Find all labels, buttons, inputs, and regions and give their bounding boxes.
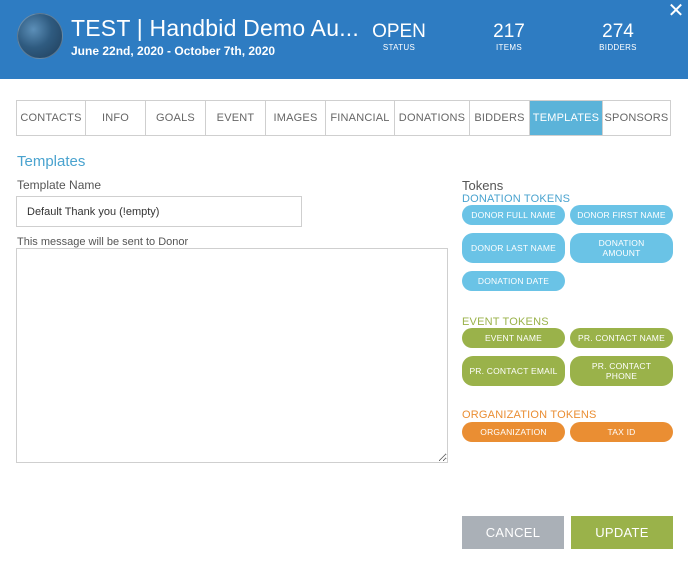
organization-tokens-label: ORGANIZATION TOKENS	[462, 409, 597, 421]
section-title: Templates	[17, 153, 86, 170]
event-header: TEST | Handbid Demo Au... June 22nd, 202…	[0, 0, 688, 79]
status-label: STATUS	[382, 43, 416, 52]
bidders-label: BIDDERS	[599, 43, 637, 52]
tab-sponsors[interactable]: SPONSORS	[603, 101, 670, 135]
message-label: This message will be sent to Donor	[17, 236, 189, 248]
event-title: TEST | Handbid Demo Au...	[71, 15, 359, 41]
close-icon[interactable]: ✕	[666, 1, 686, 21]
token-donor-first-name[interactable]: DONOR FIRST NAME	[570, 205, 673, 225]
token-donor-full-name[interactable]: DONOR FULL NAME	[462, 205, 565, 225]
update-button[interactable]: UPDATE	[571, 516, 673, 549]
tab-bar: CONTACTS INFO GOALS EVENT IMAGES FINANCI…	[16, 100, 671, 136]
cancel-button[interactable]: CANCEL	[462, 516, 564, 549]
token-donation-date[interactable]: DONATION DATE	[462, 271, 565, 291]
tab-event[interactable]: EVENT	[206, 101, 266, 135]
tokens-title: Tokens	[462, 178, 504, 193]
items-stat: 217 ITEMS	[482, 21, 536, 53]
message-textarea[interactable]	[16, 248, 448, 463]
tab-templates[interactable]: TEMPLATES	[530, 101, 603, 135]
tab-info[interactable]: INFO	[86, 101, 146, 135]
tab-financial[interactable]: FINANCIAL	[326, 101, 395, 135]
event-dates: June 22nd, 2020 - October 7th, 2020	[71, 44, 276, 58]
bidders-stat: 274 BIDDERS	[590, 21, 646, 53]
tab-contacts[interactable]: CONTACTS	[17, 101, 86, 135]
token-tax-id[interactable]: TAX ID	[570, 422, 673, 442]
token-donor-last-name[interactable]: DONOR LAST NAME	[462, 233, 565, 263]
template-name-label: Template Name	[17, 178, 102, 192]
tab-images[interactable]: IMAGES	[266, 101, 326, 135]
token-pr-contact-phone[interactable]: PR. CONTACT PHONE	[570, 356, 673, 386]
donation-tokens-label: DONATION TOKENS	[462, 193, 571, 205]
token-pr-contact-name[interactable]: PR. CONTACT NAME	[570, 328, 673, 348]
token-pr-contact-email[interactable]: PR. CONTACT EMAIL	[462, 356, 565, 386]
tab-donations[interactable]: DONATIONS	[395, 101, 470, 135]
tab-bidders[interactable]: BIDDERS	[470, 101, 530, 135]
status-value: OPEN	[372, 21, 426, 42]
tab-goals[interactable]: GOALS	[146, 101, 206, 135]
event-avatar	[17, 13, 63, 59]
event-tokens-label: EVENT TOKENS	[462, 316, 549, 328]
token-event-name[interactable]: EVENT NAME	[462, 328, 565, 348]
template-name-input[interactable]	[16, 196, 302, 227]
bidders-value: 274	[602, 21, 634, 42]
token-organization[interactable]: ORGANIZATION	[462, 422, 565, 442]
items-value: 217	[493, 21, 525, 42]
status-stat: OPEN STATUS	[368, 21, 430, 53]
items-label: ITEMS	[496, 43, 522, 52]
token-donation-amount[interactable]: DONATION AMOUNT	[570, 233, 673, 263]
